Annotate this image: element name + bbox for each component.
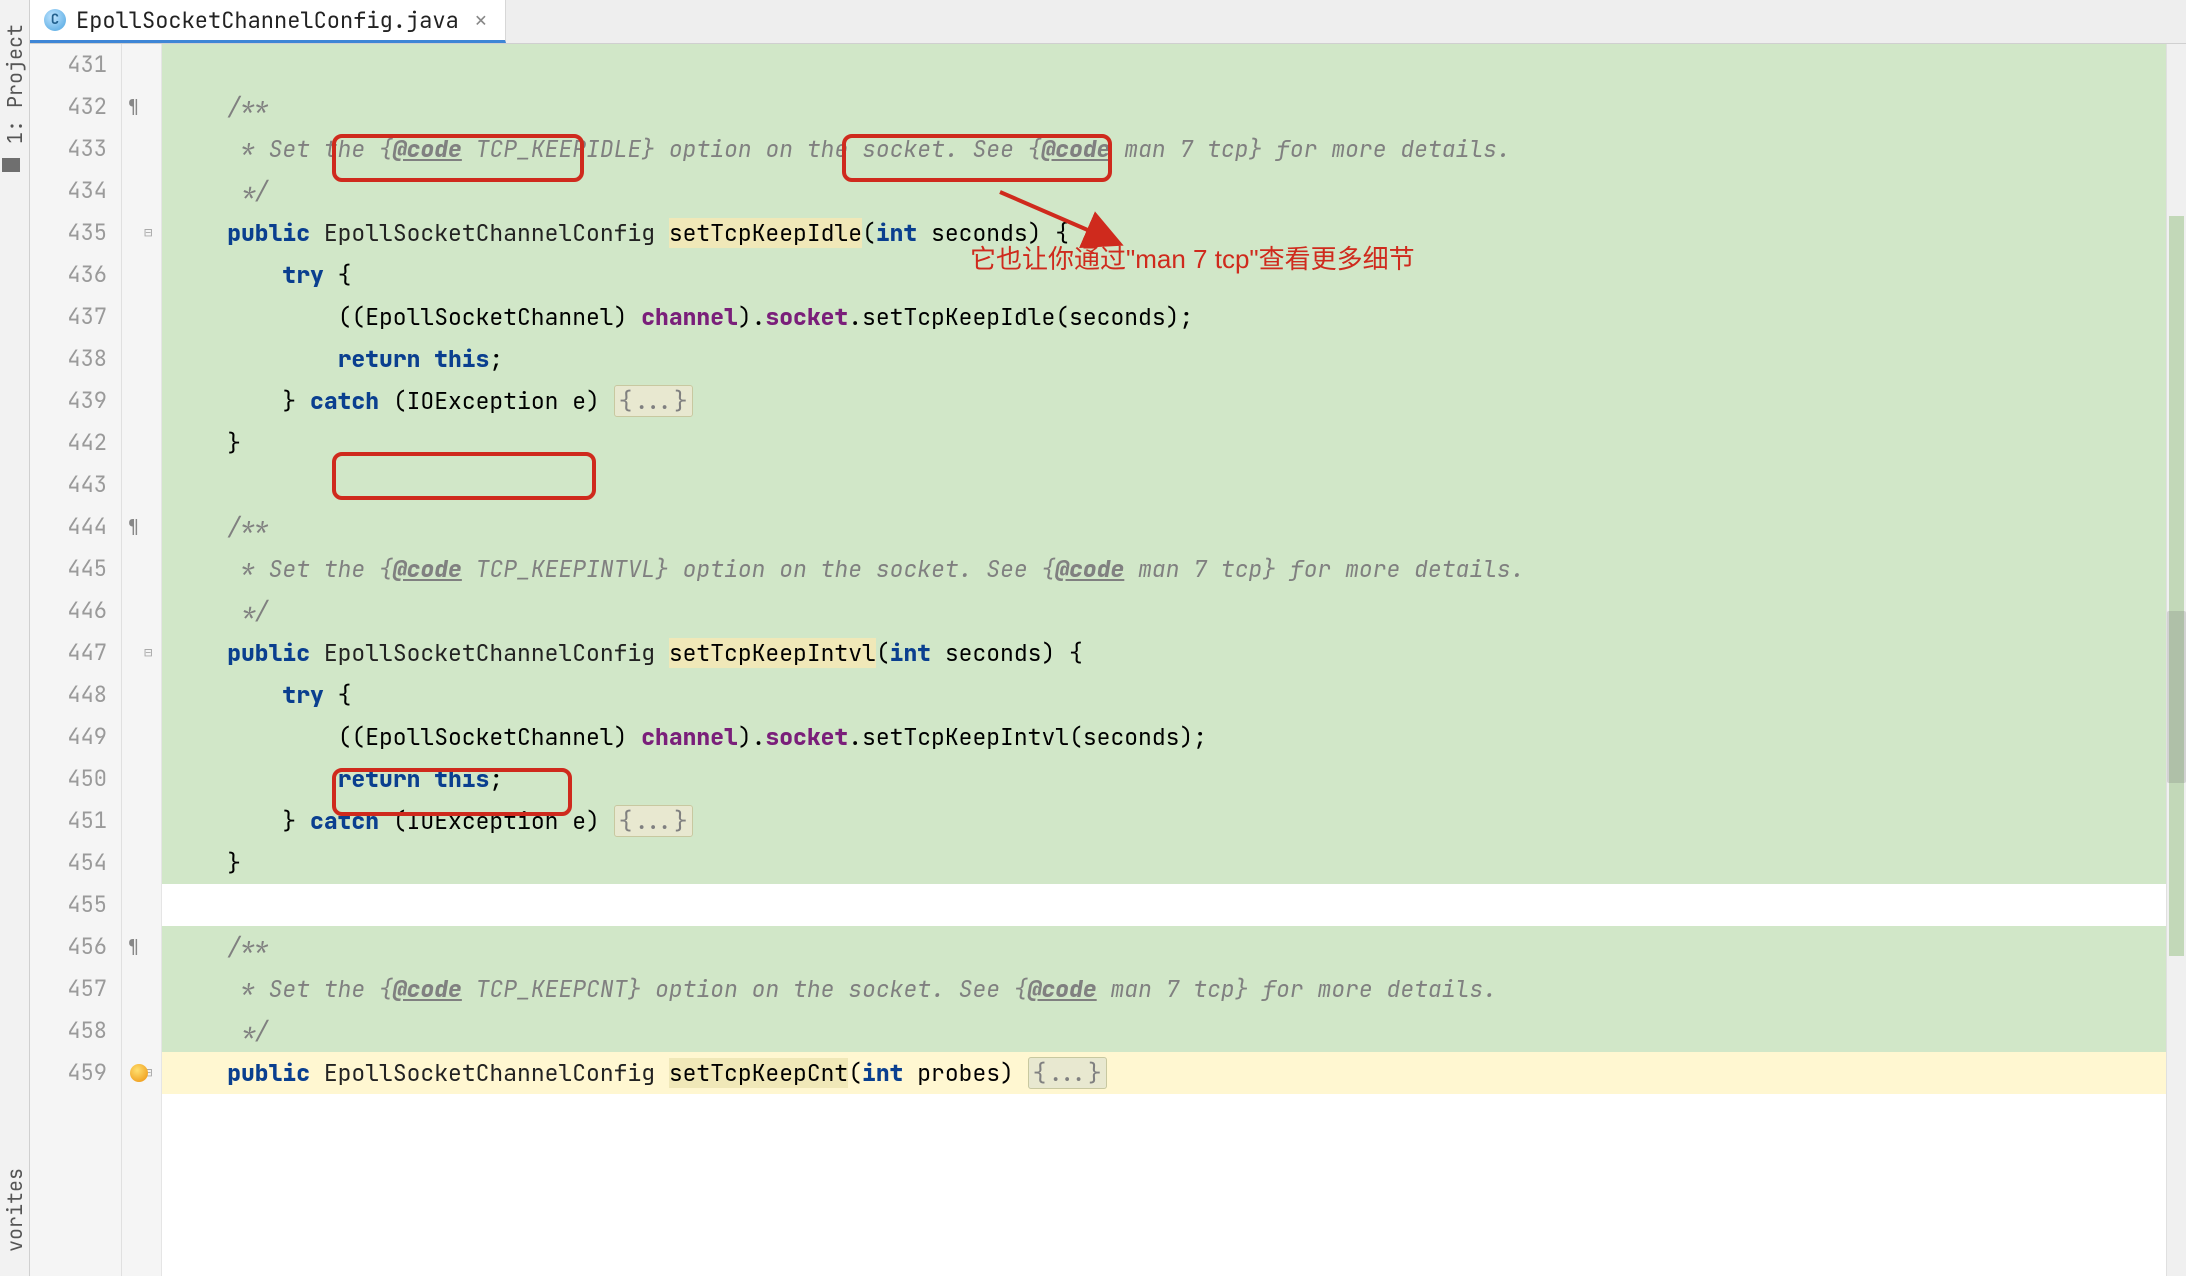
javadoc-gutter-icon: ¶ bbox=[128, 506, 139, 548]
fold-toggle-icon[interactable]: ⊟ bbox=[144, 212, 152, 254]
line-number: 432 bbox=[30, 86, 107, 128]
editor-tab-bar: C EpollSocketChannelConfig.java ✕ bbox=[30, 0, 2186, 44]
javadoc-gutter-icon: ¶ bbox=[128, 86, 139, 128]
line-number: 448 bbox=[30, 674, 107, 716]
fold-toggle-icon[interactable]: ⊟ bbox=[144, 632, 152, 674]
code-line[interactable]: * Set the {@code TCP_KEEPCNT} option on … bbox=[162, 968, 2166, 1010]
line-number: 457 bbox=[30, 968, 107, 1010]
favorites-tab-label: vorites bbox=[2, 1168, 28, 1252]
tab-filename: EpollSocketChannelConfig.java bbox=[76, 6, 459, 35]
code-area[interactable]: /** * Set the {@code TCP_KEEPIDLE} optio… bbox=[162, 44, 2166, 1276]
line-number: 436 bbox=[30, 254, 107, 296]
code-line[interactable]: * Set the {@code TCP_KEEPINTVL} option o… bbox=[162, 548, 2166, 590]
line-number: 439 bbox=[30, 380, 107, 422]
code-line[interactable]: } bbox=[162, 422, 2166, 464]
line-number: 431 bbox=[30, 44, 107, 86]
line-number: 450 bbox=[30, 758, 107, 800]
code-line[interactable] bbox=[162, 464, 2166, 506]
intention-bulb-icon[interactable] bbox=[130, 1064, 148, 1082]
code-line[interactable]: } bbox=[162, 842, 2166, 884]
code-line[interactable]: * Set the {@code TCP_KEEPIDLE} option on… bbox=[162, 128, 2166, 170]
line-number: 454 bbox=[30, 842, 107, 884]
code-line[interactable]: public EpollSocketChannelConfig setTcpKe… bbox=[162, 1052, 2166, 1094]
code-line[interactable]: return this; bbox=[162, 758, 2166, 800]
code-line[interactable]: } catch (IOException e) {...} bbox=[162, 380, 2166, 422]
folder-icon bbox=[2, 158, 20, 172]
code-line[interactable]: try { bbox=[162, 674, 2166, 716]
line-number: 455 bbox=[30, 884, 107, 926]
code-line[interactable]: ((EpollSocketChannel) channel).socket.se… bbox=[162, 716, 2166, 758]
code-line[interactable]: */ bbox=[162, 170, 2166, 212]
code-line[interactable]: public EpollSocketChannelConfig setTcpKe… bbox=[162, 212, 2166, 254]
line-number: 444 bbox=[30, 506, 107, 548]
toolwindow-project-tab[interactable]: 1: Project bbox=[2, 16, 28, 152]
code-line[interactable]: /** bbox=[162, 506, 2166, 548]
line-number: 434 bbox=[30, 170, 107, 212]
code-line[interactable]: } catch (IOException e) {...} bbox=[162, 800, 2166, 842]
line-number: 435 bbox=[30, 212, 107, 254]
line-number-gutter: 4314324334344354364374384394424434444454… bbox=[30, 44, 122, 1276]
scroll-mark bbox=[2169, 216, 2184, 955]
code-editor[interactable]: 4314324334344354364374384394424434444454… bbox=[30, 44, 2186, 1276]
line-number: 437 bbox=[30, 296, 107, 338]
line-number: 445 bbox=[30, 548, 107, 590]
toolwindow-favorites-tab[interactable]: vorites bbox=[2, 1160, 28, 1260]
code-line[interactable]: */ bbox=[162, 590, 2166, 632]
line-number: 433 bbox=[30, 128, 107, 170]
code-line[interactable]: */ bbox=[162, 1010, 2166, 1052]
code-line[interactable]: public EpollSocketChannelConfig setTcpKe… bbox=[162, 632, 2166, 674]
code-line[interactable]: return this; bbox=[162, 338, 2166, 380]
line-number: 442 bbox=[30, 422, 107, 464]
code-line[interactable] bbox=[162, 44, 2166, 86]
javadoc-gutter-icon: ¶ bbox=[128, 926, 139, 968]
line-number: 458 bbox=[30, 1010, 107, 1052]
error-stripe-scrollbar[interactable] bbox=[2166, 44, 2186, 1276]
line-number: 451 bbox=[30, 800, 107, 842]
gutter-marks-column: ¶⊟¶⊟¶⊟ bbox=[122, 44, 162, 1276]
line-number: 446 bbox=[30, 590, 107, 632]
class-icon: C bbox=[44, 9, 66, 31]
side-toolwindow-bar[interactable]: 1: Project vorites bbox=[0, 0, 30, 1276]
line-number: 459 bbox=[30, 1052, 107, 1094]
scroll-thumb[interactable] bbox=[2167, 611, 2186, 783]
code-line[interactable]: /** bbox=[162, 86, 2166, 128]
code-line[interactable]: /** bbox=[162, 926, 2166, 968]
code-line[interactable]: try { bbox=[162, 254, 2166, 296]
line-number: 447 bbox=[30, 632, 107, 674]
line-number: 438 bbox=[30, 338, 107, 380]
line-number: 449 bbox=[30, 716, 107, 758]
code-line[interactable]: ((EpollSocketChannel) channel).socket.se… bbox=[162, 296, 2166, 338]
line-number: 443 bbox=[30, 464, 107, 506]
tab-close-icon[interactable]: ✕ bbox=[475, 7, 487, 33]
editor-tab-active[interactable]: C EpollSocketChannelConfig.java ✕ bbox=[30, 0, 506, 43]
code-line[interactable] bbox=[162, 884, 2166, 926]
project-tab-label: 1: Project bbox=[2, 24, 28, 144]
line-number: 456 bbox=[30, 926, 107, 968]
